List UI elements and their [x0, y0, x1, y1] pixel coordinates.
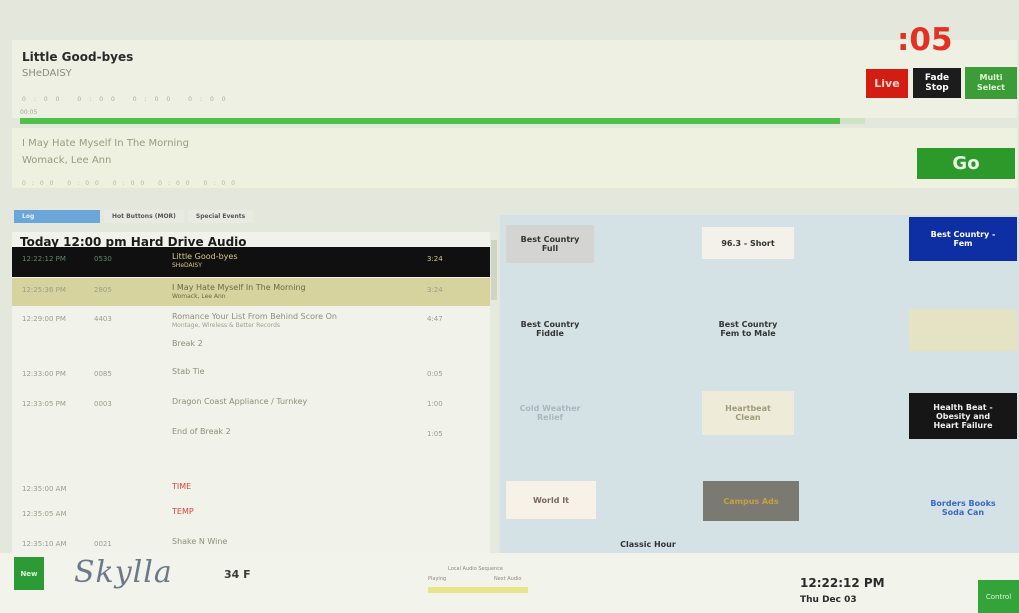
progress-fill — [20, 118, 840, 124]
log-row[interactable]: 12:22:12 PM 0530 Little Good-byes SHeDAISY 3… — [12, 247, 498, 277]
hot-button[interactable]: Campus Ads — [703, 481, 799, 521]
control-button[interactable]: Control — [978, 580, 1019, 613]
fade-stop-button[interactable]: Fade Stop — [913, 68, 961, 98]
new-button[interactable]: New — [14, 557, 44, 590]
log-row-time: 12:33:05 PM — [22, 400, 66, 408]
progress-bar — [20, 118, 865, 124]
log-list[interactable]: Today 12:00 pm Hard Drive Audio 12:22:12… — [12, 232, 498, 562]
next-up-panel[interactable]: I May Hate Myself In The Morning Womack,… — [12, 128, 1017, 188]
log-row-title: Little Good-byes — [172, 252, 238, 261]
log-row-subtitle: Montage, Wireless & Better Records — [172, 322, 281, 329]
log-row-time: 12:35:00 AM — [22, 485, 67, 493]
log-row-length: 3:24 — [427, 255, 443, 263]
log-row-title: Shake N Wine — [172, 537, 228, 546]
mini-status-bar — [428, 587, 528, 593]
next-up-title: I May Hate Myself In The Morning — [22, 138, 189, 149]
hot-button[interactable]: Borders Books Soda Can — [909, 485, 1017, 531]
log-row-subtitle: SHeDAISY — [172, 262, 202, 269]
log-row[interactable]: Break 2 — [12, 334, 498, 360]
hot-button[interactable]: Best Country Full — [506, 225, 594, 263]
log-row-title: TEMP — [172, 507, 194, 516]
log-row-title: End of Break 2 — [172, 427, 231, 436]
log-row-cart: 0003 — [94, 400, 112, 408]
log-row-time: 12:25:36 PM — [22, 286, 66, 294]
multi-select-button[interactable]: Multi Select — [965, 67, 1017, 99]
hot-buttons-grid: Best Country Full 96.3 - Short Best Countr… — [500, 215, 1019, 560]
log-row-cart: 0530 — [94, 255, 112, 263]
tab-bar: Log Hot Buttons (MOR) Special Events — [14, 210, 254, 223]
log-row-length: 1:05 — [427, 430, 443, 438]
live-button[interactable]: Live — [866, 69, 908, 98]
scrollbar-thumb[interactable] — [491, 240, 497, 300]
temperature-readout: 34 F — [224, 568, 251, 581]
skylla-logo: Skylla — [74, 555, 173, 590]
log-row[interactable]: 12:33:00 PM 0085 Stab Tie 0:05 — [12, 362, 498, 390]
log-row-cart: 2805 — [94, 286, 112, 294]
log-row-title: Dragon Coast Appliance / Turnkey — [172, 397, 308, 406]
log-row-title: Break 2 — [172, 339, 203, 348]
next-up-artist: Womack, Lee Ann — [22, 155, 112, 166]
log-row-time: 12:35:10 AM — [22, 540, 67, 548]
log-row-subtitle: Womack, Lee Ann — [172, 293, 226, 300]
tab-log[interactable]: Log — [14, 210, 100, 223]
automation-screen: Little Good-byes SHeDAISY 0:00 0:00 0:00… — [0, 0, 1019, 613]
next-up-meta: 0:00 0:00 0:00 0:00 0:00 — [22, 180, 241, 187]
log-row-title: Romance Your List From Behind Score On — [172, 312, 337, 321]
hot-button[interactable]: Best Country Fem to Male — [702, 307, 794, 351]
hot-button[interactable]: Best Country Fiddle — [506, 307, 594, 351]
now-playing-meta: 0:00 0:00 0:00 0:00 — [22, 96, 234, 103]
hot-button[interactable]: 96.3 - Short — [702, 227, 794, 259]
countdown-timer: :05 — [897, 22, 953, 58]
mini-status-line: Local Audio Sequence — [448, 566, 504, 572]
hot-button[interactable]: World It — [506, 481, 596, 519]
log-row-title: TIME — [172, 482, 192, 491]
log-row-title: I May Hate Myself In The Morning — [172, 283, 306, 292]
log-row[interactable]: End of Break 2 1:05 — [12, 422, 498, 450]
hot-button[interactable]: Heartbeat Clean — [702, 391, 794, 435]
log-row-cart: 0021 — [94, 540, 112, 548]
go-button[interactable]: Go — [917, 148, 1015, 179]
mini-status: Local Audio Sequence Playing Next Audio — [428, 566, 538, 600]
log-row-cart: 4403 — [94, 315, 112, 323]
log-row-length: 4:47 — [427, 315, 443, 323]
mini-status-playing: Playing — [428, 576, 447, 582]
log-row-length: 1:00 — [427, 400, 443, 408]
log-row-length: 3:24 — [427, 286, 443, 294]
progress-label: 00:05 — [20, 109, 38, 116]
log-row-time: 12:33:00 PM — [22, 370, 66, 378]
log-row-title: Stab Tie — [172, 367, 205, 376]
hot-button[interactable]: Cold Weather Relief — [506, 391, 594, 435]
mini-status-next: Next Audio — [494, 576, 522, 582]
date: Thu Dec 03 — [800, 595, 857, 605]
log-row[interactable]: 12:35:05 AM TEMP — [12, 502, 498, 527]
log-row[interactable]: 12:29:00 PM 4403 Romance Your List From Be… — [12, 307, 498, 333]
log-row[interactable]: 12:25:36 PM 2805 I May Hate Myself In The … — [12, 278, 498, 306]
hot-button[interactable]: Health Beat - Obesity and Heart Failure — [909, 393, 1017, 439]
log-row-time: 12:29:00 PM — [22, 315, 66, 323]
log-row[interactable]: 12:35:00 AM TIME — [12, 477, 498, 502]
hot-button[interactable]: Best Country - Fem — [909, 217, 1017, 261]
log-row-cart: 0085 — [94, 370, 112, 378]
tab-special-events[interactable]: Special Events — [187, 210, 254, 223]
now-playing-title: Little Good-byes — [22, 50, 134, 64]
log-scrollbar[interactable] — [490, 232, 498, 562]
clock: 12:22:12 PM — [800, 576, 885, 590]
log-row-time: 12:35:05 AM — [22, 510, 67, 518]
now-playing-artist: SHeDAISY — [22, 68, 72, 79]
hot-button[interactable] — [909, 309, 1017, 351]
log-row-time: 12:22:12 PM — [22, 255, 66, 263]
tab-hot-buttons[interactable]: Hot Buttons (MOR) — [104, 210, 184, 223]
hot-button[interactable]: Classic Hour — [608, 533, 688, 555]
log-row[interactable]: 12:33:05 PM 0003 Dragon Coast Appliance / … — [12, 392, 498, 420]
log-row-length: 0:05 — [427, 370, 443, 378]
